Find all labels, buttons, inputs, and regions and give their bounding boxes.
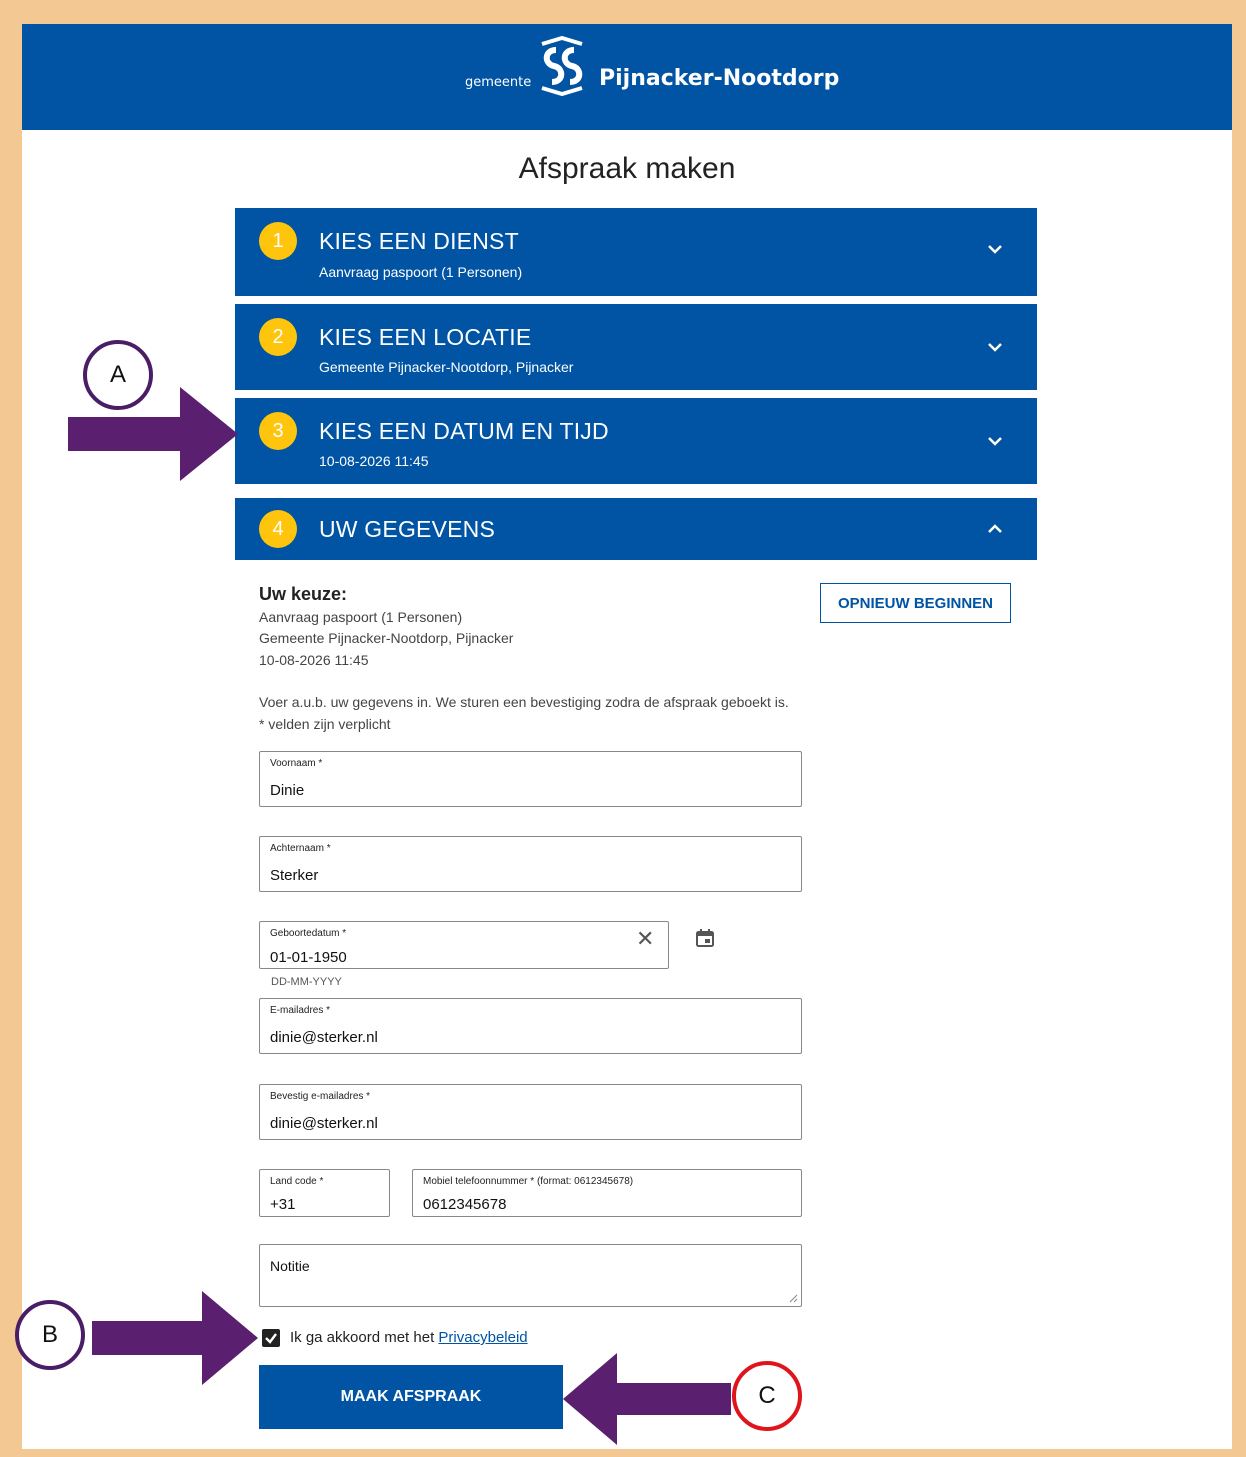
step-uw-gegevens[interactable]: 4 UW GEGEVENS: [235, 498, 1037, 560]
restart-button[interactable]: OPNIEUW BEGINNEN: [820, 583, 1011, 623]
keuze-heading: Uw keuze:: [259, 584, 348, 604]
birthdate-field[interactable]: Geboortedatum * 01-01-1950: [259, 921, 669, 969]
callout-c-badge: C: [732, 1361, 802, 1431]
email-field[interactable]: E-mailadres * dinie@sterker.nl: [259, 998, 802, 1054]
required-note: * velden zijn verplicht: [259, 716, 391, 732]
step-number-badge: 1: [259, 222, 297, 260]
field-label: Bevestig e-mailadres *: [270, 1091, 371, 1102]
field-label: Geboortedatum *: [270, 928, 347, 939]
step-kies-locatie[interactable]: 2 KIES EEN LOCATIE Gemeente Pijnacker-No…: [235, 304, 1037, 390]
mobile-phone-field[interactable]: Mobiel telefoonnummer * (format: 0612345…: [412, 1169, 802, 1217]
field-label: Land code *: [270, 1176, 324, 1187]
date-format-hint: DD-MM-YYYY: [271, 976, 342, 988]
consent-text: Ik ga akkoord met het: [290, 1329, 435, 1346]
chevron-down-icon: [988, 343, 1002, 352]
country-code-field[interactable]: Land code * +31: [259, 1169, 390, 1217]
chevron-down-icon: [988, 437, 1002, 446]
step-title: KIES EEN DIENST: [319, 228, 519, 254]
field-value: +31: [270, 1196, 296, 1213]
callout-b-badge: B: [15, 1300, 85, 1370]
field-label: Mobiel telefoonnummer * (format: 0612345…: [423, 1176, 634, 1187]
step-title: KIES EEN LOCATIE: [319, 324, 532, 350]
step-title: KIES EEN DATUM EN TIJD: [319, 418, 609, 444]
field-value: dinie@sterker.nl: [270, 1115, 378, 1132]
brand-name-text: Pijnacker-Nootdorp: [599, 66, 840, 91]
chevron-up-icon: [988, 524, 1002, 533]
step-kies-dienst[interactable]: 1 KIES EEN DIENST Aanvraag paspoort (1 P…: [235, 208, 1037, 296]
resize-handle-icon[interactable]: [789, 1294, 798, 1303]
step-kies-datum-tijd[interactable]: 3 KIES EEN DATUM EN TIJD 10-08-2026 11:4…: [235, 398, 1037, 484]
step-number-badge: 4: [259, 510, 297, 548]
step-title: UW GEGEVENS: [319, 516, 496, 542]
field-label: Achternaam *: [270, 843, 331, 854]
note-textarea[interactable]: Notitie: [259, 1244, 802, 1307]
step-subtitle: Gemeente Pijnacker-Nootdorp, Pijnacker: [319, 359, 574, 375]
note-placeholder: Notitie: [270, 1258, 310, 1274]
calendar-icon[interactable]: [695, 928, 715, 948]
consent-label: Ik ga akkoord met het Privacybeleid: [290, 1329, 528, 1346]
info-text: Voer a.u.b. uw gegevens in. We sturen ee…: [259, 694, 789, 710]
municipality-logo-icon: [541, 36, 583, 96]
step-number-badge: 2: [259, 318, 297, 356]
site-header: gemeente Pijnacker-Nootdorp: [22, 24, 1232, 130]
annotation-arrow-b-icon: [92, 1291, 258, 1385]
field-value: 01-01-1950: [270, 949, 347, 966]
confirm-email-field[interactable]: Bevestig e-mailadres * dinie@sterker.nl: [259, 1084, 802, 1140]
callout-a-badge: A: [83, 340, 153, 410]
page-frame: gemeente Pijnacker-Nootdorp Afspraak mak…: [22, 24, 1232, 1449]
page-title: Afspraak maken: [518, 152, 736, 185]
field-value: Sterker: [270, 867, 319, 884]
field-label: E-mailadres *: [270, 1005, 331, 1016]
chevron-down-icon: [988, 245, 1002, 254]
brand-gemeente-text: gemeente: [465, 75, 532, 90]
last-name-field[interactable]: Achternaam * Sterker: [259, 836, 802, 892]
clear-date-icon[interactable]: ✕: [636, 926, 654, 952]
privacy-policy-link[interactable]: Privacybeleid: [438, 1329, 527, 1346]
step-subtitle: 10-08-2026 11:45: [319, 453, 429, 469]
keuze-datetime: 10-08-2026 11:45: [259, 652, 369, 668]
annotation-arrow-c-icon: [563, 1353, 731, 1445]
field-value: Dinie: [270, 782, 305, 799]
field-value: 0612345678: [423, 1196, 507, 1213]
annotation-arrow-a-icon: [68, 387, 238, 481]
check-icon: [265, 1333, 277, 1344]
submit-appointment-button[interactable]: MAAK AFSPRAAK: [259, 1365, 563, 1429]
consent-checkbox[interactable]: [262, 1329, 280, 1347]
field-label: Voornaam *: [270, 758, 323, 769]
field-value: dinie@sterker.nl: [270, 1029, 378, 1046]
step-subtitle: Aanvraag paspoort (1 Personen): [319, 264, 523, 280]
first-name-field[interactable]: Voornaam * Dinie: [259, 751, 802, 807]
step-number-badge: 3: [259, 412, 297, 450]
keuze-service: Aanvraag paspoort (1 Personen): [259, 609, 463, 625]
keuze-location: Gemeente Pijnacker-Nootdorp, Pijnacker: [259, 630, 514, 646]
